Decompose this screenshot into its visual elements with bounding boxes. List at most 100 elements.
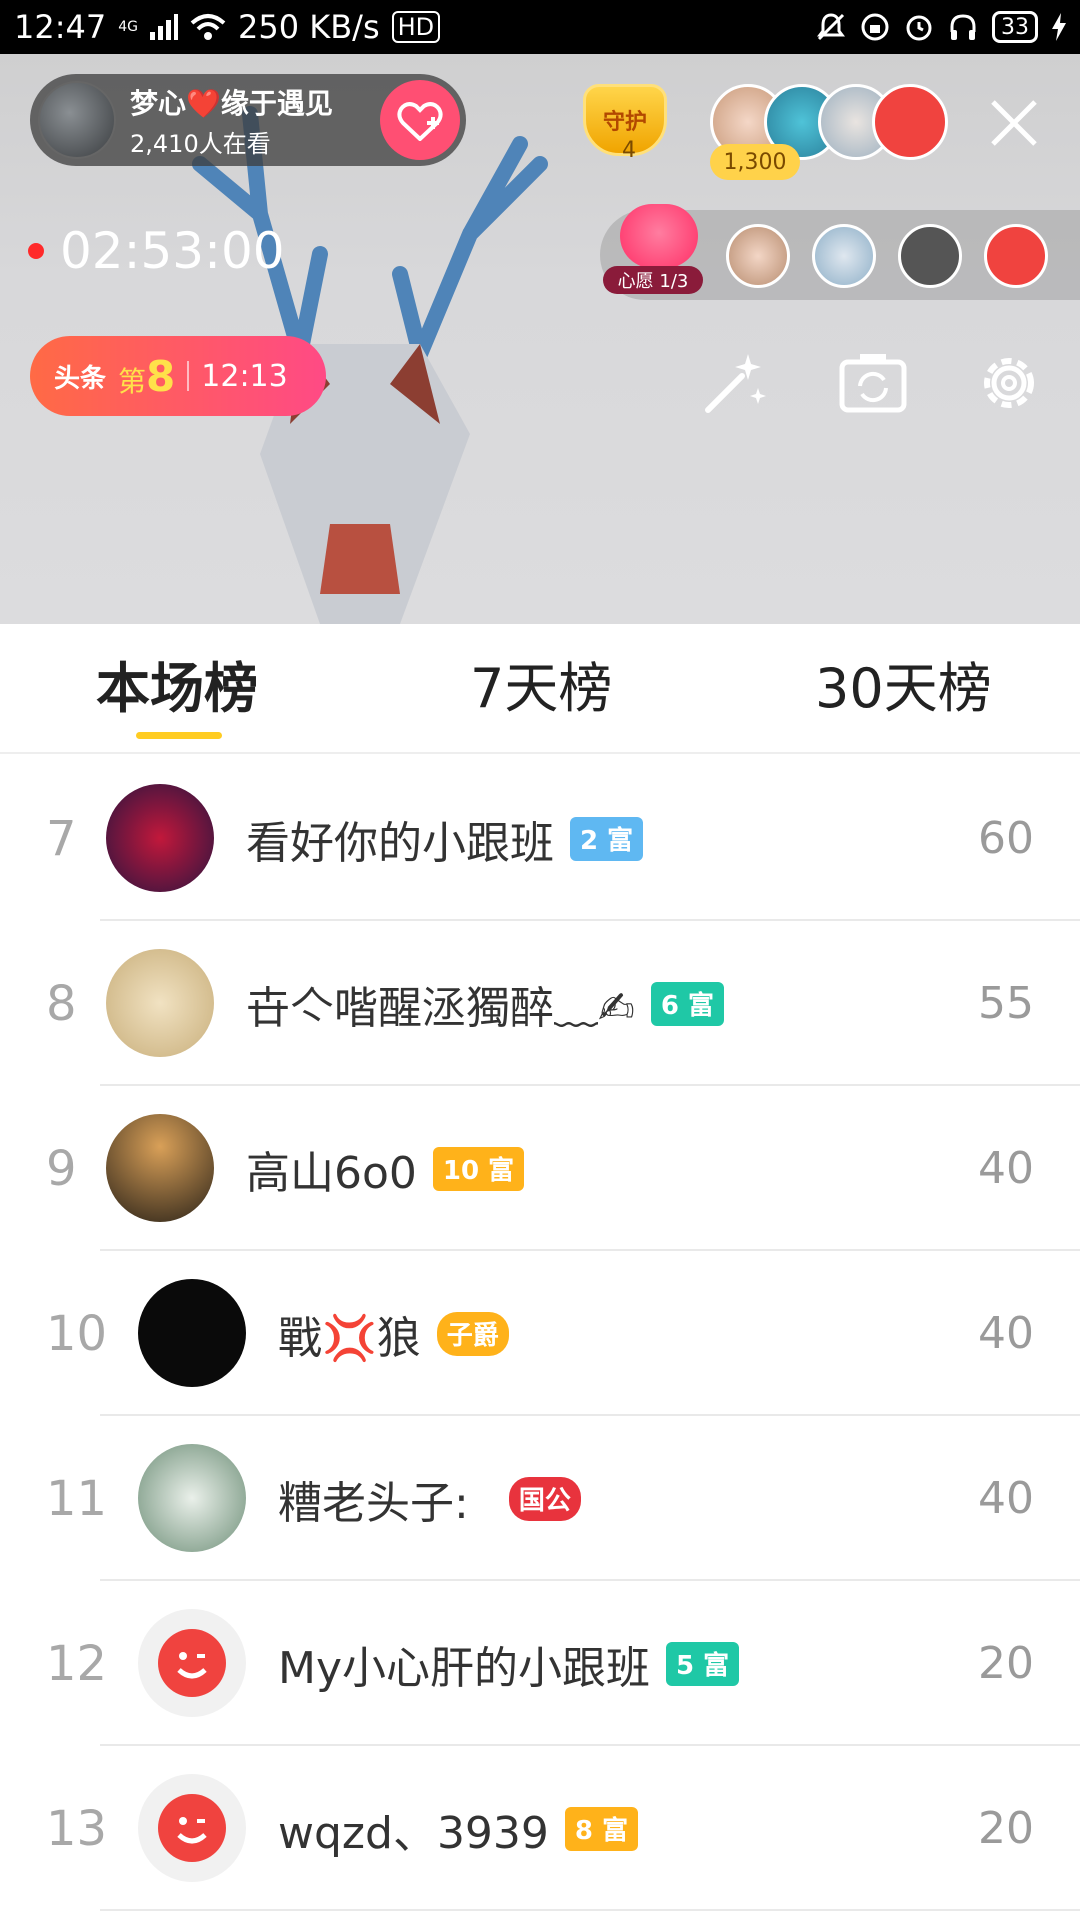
contribution-score: 55 <box>978 978 1034 1029</box>
wish-progress[interactable]: 心愿 1/3 <box>603 266 703 294</box>
list-item[interactable]: 12 My小心肝的小跟班 5 富 20 <box>0 1581 1080 1746</box>
follow-button[interactable] <box>380 80 460 160</box>
wealth-badge: 8 富 <box>564 1806 639 1851</box>
list-item[interactable]: 7 看好你的小跟班 2 富 60 <box>0 756 1080 921</box>
status-bar: 12:47 4G 250 KB/s HD 33 <box>0 0 1080 54</box>
headline-rank-number: 8 <box>146 351 176 401</box>
user-name: My小心肝的小跟班 <box>278 1642 651 1694</box>
user-name: 戰💢狼 <box>278 1312 421 1364</box>
host-info-pill[interactable]: 梦心❤️缘于遇见 2,410人在看 <box>30 74 466 166</box>
active-tab-indicator <box>136 732 222 739</box>
alarm-icon <box>906 15 932 41</box>
fan-avatar[interactable] <box>872 84 948 160</box>
noble-badge: 国公 <box>508 1476 581 1521</box>
user-name: 卋亽喈醒洆獨醉﹏✍ <box>246 982 635 1034</box>
contribution-score: 40 <box>978 1143 1034 1194</box>
lock-rotation-icon <box>861 13 889 41</box>
headline-rank-badge[interactable]: 头条 第8 12:13 <box>30 336 326 416</box>
rank-number: 9 <box>46 1140 77 1197</box>
wealth-badge: 6 富 <box>650 981 725 1026</box>
row-divider <box>100 1909 1080 1911</box>
ranking-list: 7 看好你的小跟班 2 富 60 8 卋亽喈醒洆獨醉﹏✍ 6 富 55 9 高山… <box>0 756 1080 1911</box>
wealth-badge: 2 富 <box>570 816 644 861</box>
live-timer: 02:53:00 <box>28 222 285 280</box>
live-dot <box>28 243 44 259</box>
host-avatar[interactable] <box>38 81 116 159</box>
rank-number: 7 <box>46 810 77 867</box>
user-avatar[interactable] <box>106 784 214 892</box>
user-avatar[interactable] <box>138 1774 246 1882</box>
settings-button[interactable] <box>974 348 1044 418</box>
gear-icon <box>984 358 1034 408</box>
screen: 12:47 4G 250 KB/s HD 33 梦心❤️缘于遇见 2,410人在… <box>0 0 1080 1920</box>
status-time: 12:47 <box>14 8 107 46</box>
guest-seat[interactable] <box>726 224 790 288</box>
headline-rank-prefix: 第 <box>118 364 147 398</box>
wealth-badge: 5 富 <box>666 1641 740 1686</box>
network-type: 4G <box>118 19 138 35</box>
user-name: 看好你的小跟班 <box>246 817 554 869</box>
viewer-count: 2,410人在看 <box>130 129 271 158</box>
rank-number: 13 <box>46 1800 108 1857</box>
signal-icon <box>149 14 178 40</box>
wifi-icon <box>190 14 226 40</box>
user-name: 糟老头子: <box>278 1477 469 1529</box>
wish-heart-icon[interactable] <box>620 204 698 268</box>
contribution-score: 20 <box>978 1803 1034 1854</box>
contribution-score: 20 <box>978 1638 1034 1689</box>
user-avatar[interactable] <box>138 1609 246 1717</box>
tab-this-session[interactable]: 本场榜 <box>96 644 258 723</box>
user-avatar[interactable] <box>106 949 214 1057</box>
list-item[interactable]: 8 卋亽喈醒洆獨醉﹏✍ 6 富 55 <box>0 921 1080 1086</box>
list-item[interactable]: 11 糟老头子: 国公 40 <box>0 1416 1080 1581</box>
headphones-icon <box>950 14 976 40</box>
headline-time: 12:13 <box>201 358 288 394</box>
user-name: wqzd、3939 <box>278 1807 549 1859</box>
list-item[interactable]: 10 戰💢狼 子爵 40 <box>0 1251 1080 1416</box>
wealth-badge: 10 富 <box>432 1146 525 1191</box>
headline-rank: 第8 <box>118 352 175 401</box>
headline-label: 头条 <box>54 363 107 394</box>
camera-switch-icon <box>839 354 907 413</box>
user-name: 高山6o0 <box>246 1147 417 1199</box>
fans-count-badge: 1,300 <box>710 144 800 180</box>
battery-indicator: 33 <box>992 11 1038 43</box>
network-speed: 250 KB/s <box>237 8 380 46</box>
noble-badge: 子爵 <box>436 1311 509 1356</box>
rank-number: 11 <box>46 1470 108 1527</box>
rank-number: 8 <box>46 975 77 1032</box>
contribution-score: 40 <box>978 1473 1034 1524</box>
default-avatar-icon <box>158 1794 226 1862</box>
magic-wand-icon <box>705 354 766 413</box>
list-item[interactable]: 13 wqzd、3939 8 富 20 <box>0 1746 1080 1911</box>
hd-indicator: HD <box>391 11 441 43</box>
close-button[interactable] <box>984 96 1044 156</box>
guest-seat[interactable] <box>984 224 1048 288</box>
guard-label: 守护 <box>602 110 647 135</box>
beauty-button[interactable] <box>700 348 770 418</box>
headline-divider <box>187 361 190 391</box>
close-icon <box>991 100 1037 146</box>
contribution-score: 40 <box>978 1308 1034 1359</box>
live-timer-value: 02:53:00 <box>60 222 285 280</box>
host-name: 梦心❤️缘于遇见 <box>130 86 333 120</box>
ranking-tabs: 本场榜 7天榜 30天榜 <box>0 624 1080 754</box>
guard-button[interactable]: 守护 4 <box>583 84 675 184</box>
rank-number: 12 <box>46 1635 108 1692</box>
tab-30-days[interactable]: 30天榜 <box>815 644 992 723</box>
mute-icon <box>817 13 845 41</box>
user-avatar[interactable] <box>106 1114 214 1222</box>
guard-count: 4 <box>622 138 636 163</box>
rank-number: 10 <box>46 1305 108 1362</box>
tab-7-days[interactable]: 7天榜 <box>470 644 612 723</box>
empty-seat-sofa-icon[interactable] <box>898 224 962 288</box>
live-video-area[interactable]: 梦心❤️缘于遇见 2,410人在看 守护 4 1,300 02:53:00 心愿… <box>0 54 1080 624</box>
guest-seat[interactable] <box>812 224 876 288</box>
user-avatar[interactable] <box>138 1279 246 1387</box>
charging-icon <box>1052 13 1066 41</box>
contribution-score: 60 <box>978 813 1034 864</box>
list-item[interactable]: 9 高山6o0 10 富 40 <box>0 1086 1080 1251</box>
default-avatar-icon <box>158 1629 226 1697</box>
switch-camera-button[interactable] <box>838 348 908 418</box>
user-avatar[interactable] <box>138 1444 246 1552</box>
